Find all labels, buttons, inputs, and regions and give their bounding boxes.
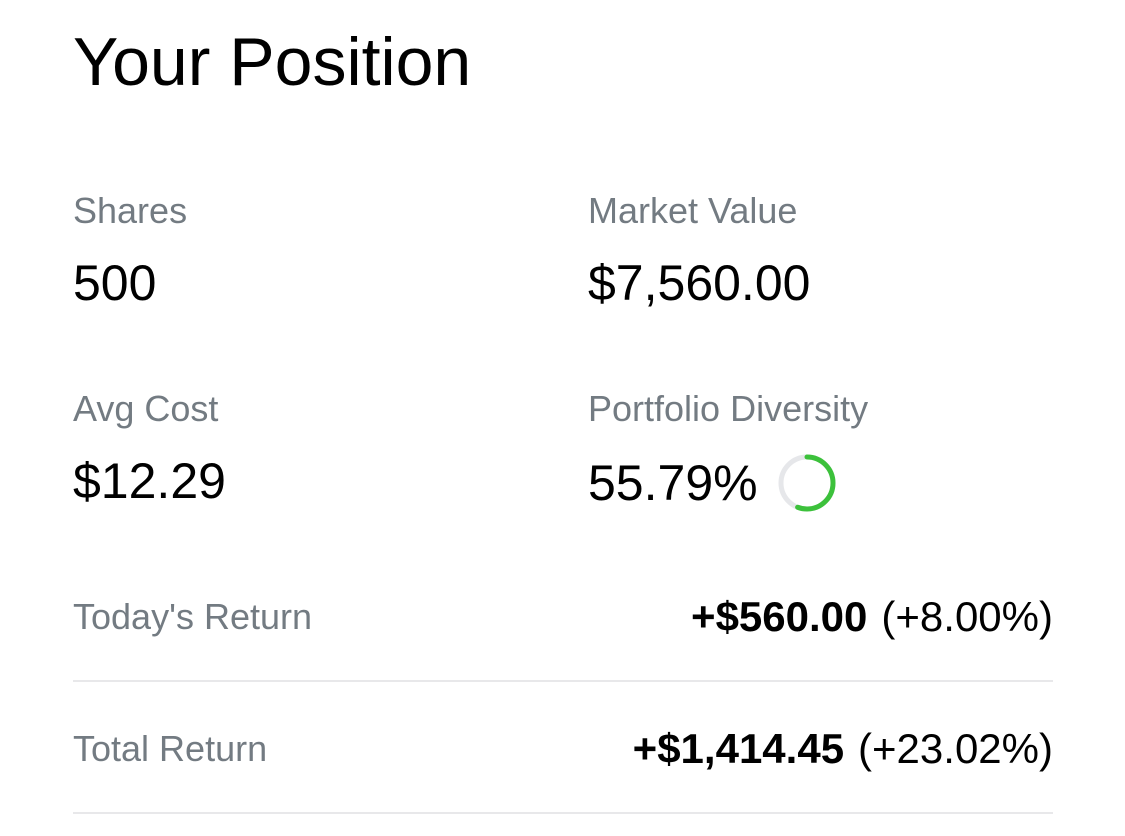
- market-value-value: $7,560.00: [588, 255, 811, 311]
- portfolio-diversity-label: Portfolio Diversity: [588, 388, 869, 429]
- portfolio-diversity-row: 55.79%: [588, 452, 868, 514]
- portfolio-diversity-stat[interactable]: Portfolio Diversity 55.79%: [588, 388, 868, 514]
- market-value-stat: Market Value $7,560.00: [588, 190, 810, 312]
- your-position-section: Your Position Shares 500 Market Value $7…: [0, 0, 1125, 836]
- progress-ring-icon: [778, 454, 836, 512]
- todays-return-row[interactable]: Today's Return +$560.00 (+8.00%): [73, 552, 1053, 682]
- shares-value: 500: [73, 255, 157, 311]
- todays-return-percent: (+8.00%): [881, 593, 1053, 640]
- avg-cost-label: Avg Cost: [73, 388, 219, 429]
- total-return-label: Total Return: [73, 728, 268, 769]
- total-return-value: +$1,414.45 (+23.02%): [633, 724, 1053, 774]
- total-return-row[interactable]: Total Return +$1,414.45 (+23.02%): [73, 684, 1053, 814]
- shares-stat: Shares 500: [73, 190, 187, 312]
- avg-cost-value: $12.29: [73, 453, 226, 509]
- todays-return-label: Today's Return: [73, 596, 312, 637]
- shares-label: Shares: [73, 190, 188, 231]
- divider: [73, 812, 1053, 814]
- todays-return-amount: +$560.00: [691, 593, 868, 640]
- avg-cost-stat: Avg Cost $12.29: [73, 388, 226, 510]
- market-value-label: Market Value: [588, 190, 798, 231]
- total-return-percent: (+23.02%): [858, 725, 1053, 772]
- portfolio-diversity-value: 55.79%: [588, 455, 758, 511]
- page-title: Your Position: [73, 24, 472, 100]
- divider: [73, 680, 1053, 682]
- todays-return-value: +$560.00 (+8.00%): [691, 592, 1053, 642]
- total-return-amount: +$1,414.45: [632, 725, 845, 772]
